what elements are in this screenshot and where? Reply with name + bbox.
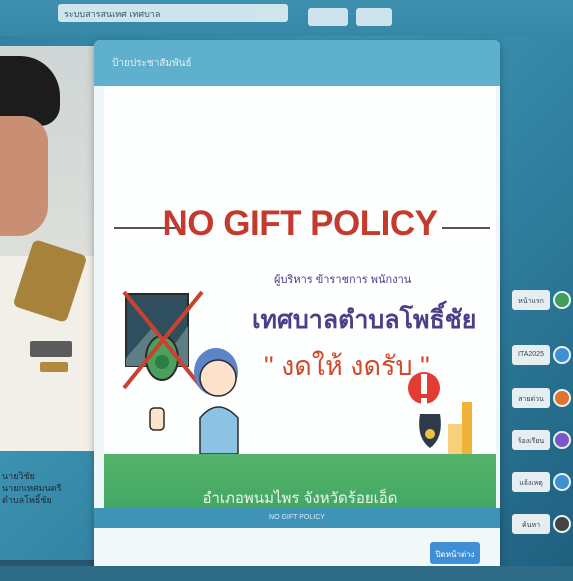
side-menu-item[interactable]: ค้นหา — [512, 514, 550, 534]
phone-icon[interactable] — [553, 389, 571, 407]
poster-organization: เทศบาลตำบลโพธิ์ชัย — [252, 306, 477, 334]
poster-district: อำเภอพนมไพร จังหวัดร้อยเอ็ด — [202, 490, 398, 507]
poster-slogan: " งดให้ งดรับ " — [264, 351, 430, 381]
side-menu-item[interactable]: ร้องเรียน — [512, 430, 550, 450]
popup-modal: ป้ายประชาสัมพันธ์ NO GIFT POLICY ผู้บริห… — [94, 40, 500, 580]
chat-icon[interactable] — [553, 431, 571, 449]
poster-caption: NO GIFT POLICY — [94, 508, 500, 528]
side-menu-item[interactable]: หน้าแรก — [512, 290, 550, 310]
site-title: ระบบสารสนเทศ เทศบาล — [58, 4, 288, 22]
executive-name: นายวิชัย นายกเทศมนตรี ตำบลโพธิ์ชัย — [2, 471, 62, 505]
top-nav-button[interactable] — [308, 8, 348, 26]
search-icon[interactable] — [553, 515, 571, 533]
refuse-gift-illustration — [122, 290, 239, 454]
modal-title: ป้ายประชาสัมพันธ์ — [112, 58, 192, 69]
side-menu-item[interactable]: สายด่วน — [512, 388, 550, 408]
info-icon[interactable] — [553, 346, 571, 364]
top-nav-button-2[interactable] — [356, 8, 392, 26]
side-menu-item[interactable]: แจ้งเหตุ — [512, 472, 550, 492]
alert-icon[interactable] — [553, 473, 571, 491]
home-icon[interactable] — [553, 291, 571, 309]
executive-photo — [0, 46, 98, 451]
modal-header: ป้ายประชาสัมพันธ์ — [94, 40, 500, 86]
poster-audience: ผู้บริหาร ข้าราชการ พนักงาน — [274, 274, 412, 286]
top-header: ระบบสารสนเทศ เทศบาล — [0, 0, 573, 36]
alert-illustration — [408, 372, 472, 454]
no-gift-policy-poster[interactable]: NO GIFT POLICY ผู้บริหาร ข้าราชการ พนักง… — [104, 86, 496, 534]
side-menu-item[interactable]: ITA2025 — [512, 345, 550, 365]
close-button[interactable]: ปิดหน้าต่าง — [430, 542, 480, 564]
poster-headline: NO GIFT POLICY — [162, 204, 438, 243]
bottom-bar — [0, 566, 573, 581]
